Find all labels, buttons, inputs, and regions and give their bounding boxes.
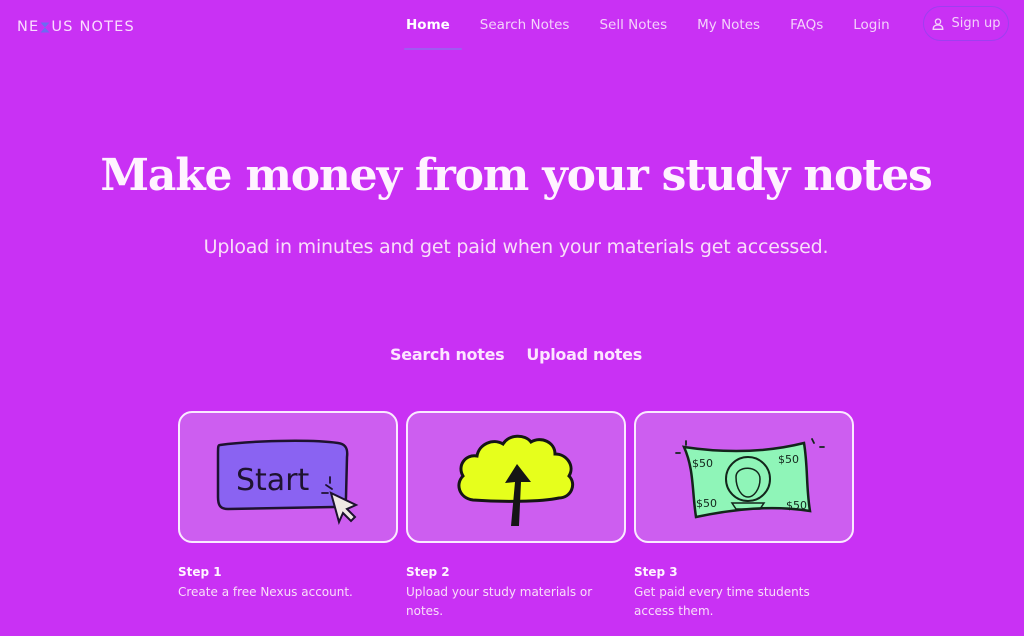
hero-subtitle: Upload in minutes and get paid when your…: [203, 236, 829, 258]
hourglass-x-icon: [40, 22, 50, 33]
brand-logo[interactable]: NE US NOTES: [17, 19, 135, 35]
bill-value-bottom-right: $50: [786, 499, 807, 512]
signup-label: Sign up: [951, 16, 1001, 31]
search-notes-link[interactable]: Search notes: [390, 345, 505, 364]
hero-title: Make money from your study notes: [100, 150, 932, 201]
brand-logo-suffix: US NOTES: [51, 19, 135, 35]
main-nav: Home Search Notes Sell Notes My Notes FA…: [404, 17, 920, 50]
step-2-card[interactable]: [406, 411, 626, 543]
fifty-dollar-bill-illustration: $50 $50 $50 $50: [675, 438, 825, 519]
bill-value-bottom-left: $50: [696, 497, 717, 510]
nav-faqs[interactable]: FAQs: [790, 17, 823, 33]
user-icon: [932, 17, 943, 30]
step-2-description: Upload your study materials or notes.: [406, 585, 593, 618]
nav-search-notes[interactable]: Search Notes: [480, 17, 570, 33]
brand-logo-prefix: NE: [17, 19, 40, 35]
step-1: Start Step 1 Create a free Nexus account…: [178, 411, 398, 621]
step-3-card[interactable]: $50 $50 $50 $50: [634, 411, 854, 543]
step-3: $50 $50 $50 $50 Step 3 Get paid every ti…: [634, 411, 854, 621]
cta-links: Search notes Upload notes: [0, 345, 1024, 364]
step-3-title: Step 3: [634, 565, 678, 579]
start-label: Start: [236, 463, 310, 498]
step-1-card[interactable]: Start: [178, 411, 398, 543]
start-button-illustration: Start: [216, 439, 359, 525]
nav-login[interactable]: Login: [853, 17, 889, 33]
upload-cloud-illustration: [457, 434, 575, 526]
signup-button[interactable]: Sign up: [923, 6, 1009, 41]
nav-sell-notes[interactable]: Sell Notes: [599, 17, 667, 33]
steps-section: Start Step 1 Create a free Nexus account…: [178, 411, 854, 621]
step-3-description: Get paid every time students access them…: [634, 585, 810, 618]
bill-value-top-right: $50: [778, 453, 799, 466]
step-2: Step 2 Upload your study materials or no…: [406, 411, 626, 621]
nav-my-notes[interactable]: My Notes: [697, 17, 760, 33]
bill-value-top-left: $50: [692, 457, 713, 470]
upload-notes-link[interactable]: Upload notes: [526, 345, 642, 364]
nav-home[interactable]: Home: [404, 17, 462, 50]
step-1-title: Step 1: [178, 565, 222, 579]
step-1-description: Create a free Nexus account.: [178, 585, 353, 599]
step-2-title: Step 2: [406, 565, 450, 579]
